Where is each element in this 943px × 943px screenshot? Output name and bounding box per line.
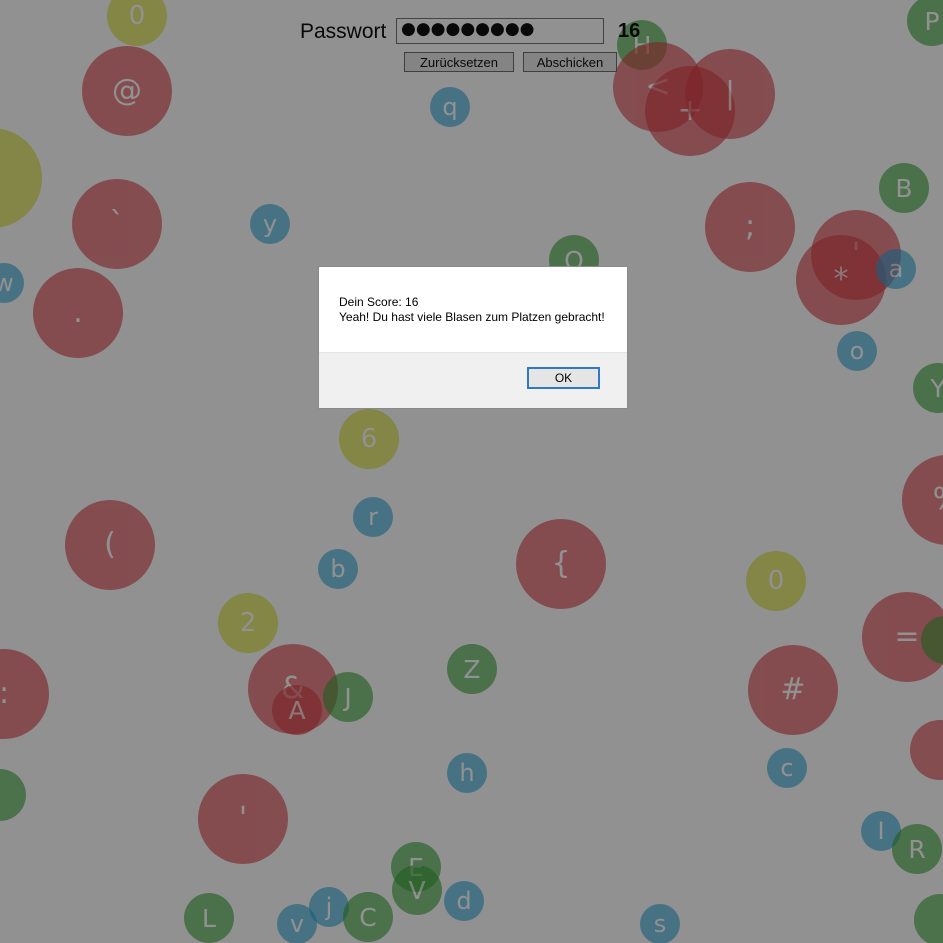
dialog-score-line: Dein Score: 16 <box>339 295 419 309</box>
dialog-footer: OK <box>319 352 627 408</box>
dialog-message: Yeah! Du hast viele Blasen zum Platzen g… <box>339 310 605 324</box>
modal-backdrop <box>0 0 943 943</box>
ok-button[interactable]: OK <box>527 367 600 389</box>
dialog-body: Dein Score: 16 Yeah! Du hast viele Blase… <box>319 267 627 353</box>
alert-dialog: Dein Score: 16 Yeah! Du hast viele Blase… <box>318 266 628 409</box>
